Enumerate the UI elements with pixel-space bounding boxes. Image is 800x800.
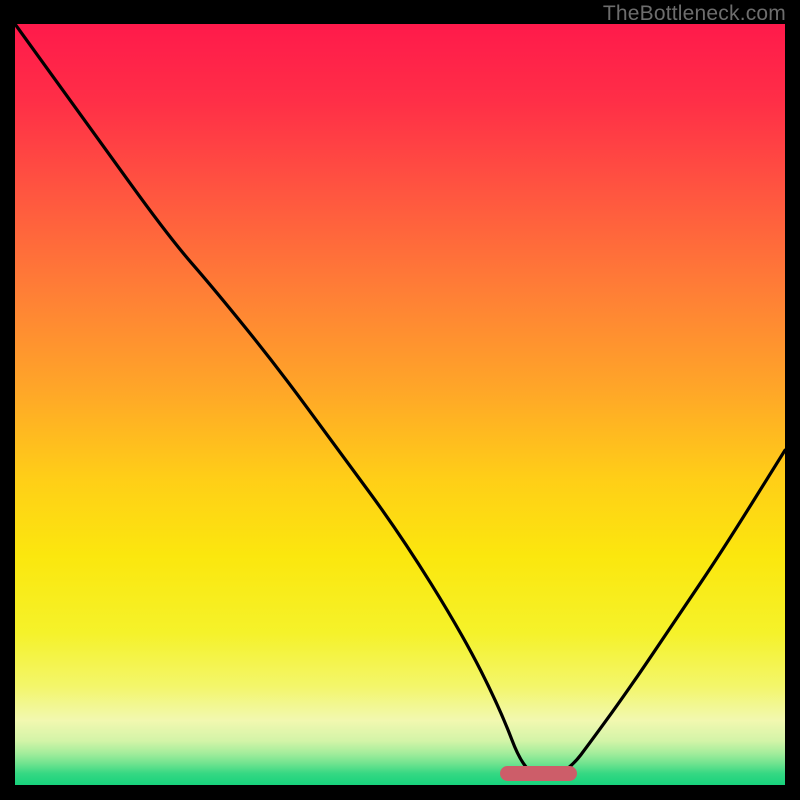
plot-area: [15, 24, 785, 785]
bottleneck-curve: [15, 24, 785, 785]
optimal-range-marker: [500, 766, 577, 781]
chart-frame: TheBottleneck.com: [0, 0, 800, 800]
watermark-text: TheBottleneck.com: [603, 2, 786, 26]
